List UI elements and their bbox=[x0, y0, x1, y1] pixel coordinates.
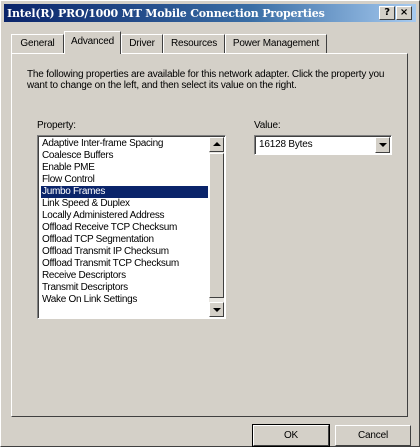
list-item[interactable]: Adaptive Inter-frame Spacing bbox=[41, 138, 208, 150]
scroll-up-button[interactable] bbox=[209, 137, 224, 152]
cancel-button[interactable]: Cancel bbox=[335, 425, 411, 446]
list-item[interactable]: Offload Transmit IP Checksum bbox=[41, 246, 208, 258]
title-bar[interactable]: Intel(R) PRO/1000 MT Mobile Connection P… bbox=[4, 4, 416, 22]
list-item[interactable]: Enable PME bbox=[41, 162, 208, 174]
dropdown-button[interactable] bbox=[375, 137, 390, 153]
list-item[interactable]: Transmit Descriptors bbox=[41, 282, 208, 294]
list-item[interactable]: Offload Receive TCP Checksum bbox=[41, 222, 208, 234]
list-item[interactable]: Wake On Link Settings bbox=[41, 294, 208, 306]
property-listbox[interactable]: Adaptive Inter-frame Spacing Coalesce Bu… bbox=[37, 135, 226, 319]
property-list: Adaptive Inter-frame Spacing Coalesce Bu… bbox=[41, 138, 208, 306]
chevron-down-icon bbox=[379, 143, 387, 147]
tab-resources[interactable]: Resources bbox=[163, 34, 225, 53]
list-item[interactable]: Link Speed & Duplex bbox=[41, 198, 208, 210]
properties-dialog: Intel(R) PRO/1000 MT Mobile Connection P… bbox=[0, 0, 420, 447]
help-button[interactable]: ? bbox=[379, 6, 395, 20]
window-title: Intel(R) PRO/1000 MT Mobile Connection P… bbox=[7, 6, 325, 20]
vertical-scrollbar[interactable] bbox=[209, 137, 224, 317]
list-item[interactable]: Offload TCP Segmentation bbox=[41, 234, 208, 246]
list-item[interactable]: Receive Descriptors bbox=[41, 270, 208, 282]
value-dropdown-text: 16128 Bytes bbox=[259, 139, 313, 150]
description-text: The following properties are available f… bbox=[27, 69, 385, 91]
list-item[interactable]: Offload Transmit TCP Checksum bbox=[41, 258, 208, 270]
list-item[interactable]: Coalesce Buffers bbox=[41, 150, 208, 162]
arrow-up-icon bbox=[213, 142, 221, 146]
value-label: Value: bbox=[254, 120, 281, 131]
list-item[interactable]: Flow Control bbox=[41, 174, 208, 186]
tab-general[interactable]: General bbox=[11, 34, 64, 53]
tab-driver[interactable]: Driver bbox=[121, 34, 163, 53]
tab-advanced[interactable]: Advanced bbox=[64, 31, 121, 54]
arrow-down-icon bbox=[213, 308, 221, 312]
close-button[interactable]: × bbox=[396, 6, 412, 20]
scroll-down-button[interactable] bbox=[209, 302, 224, 317]
list-item[interactable]: Locally Administered Address bbox=[41, 210, 208, 222]
ok-button[interactable]: OK bbox=[252, 424, 330, 447]
value-dropdown[interactable]: 16128 Bytes bbox=[254, 135, 392, 155]
list-item-selected[interactable]: Jumbo Frames bbox=[41, 186, 208, 198]
tab-power-management[interactable]: Power Management bbox=[225, 34, 327, 53]
property-label: Property: bbox=[37, 120, 76, 131]
scroll-thumb[interactable] bbox=[209, 153, 224, 298]
